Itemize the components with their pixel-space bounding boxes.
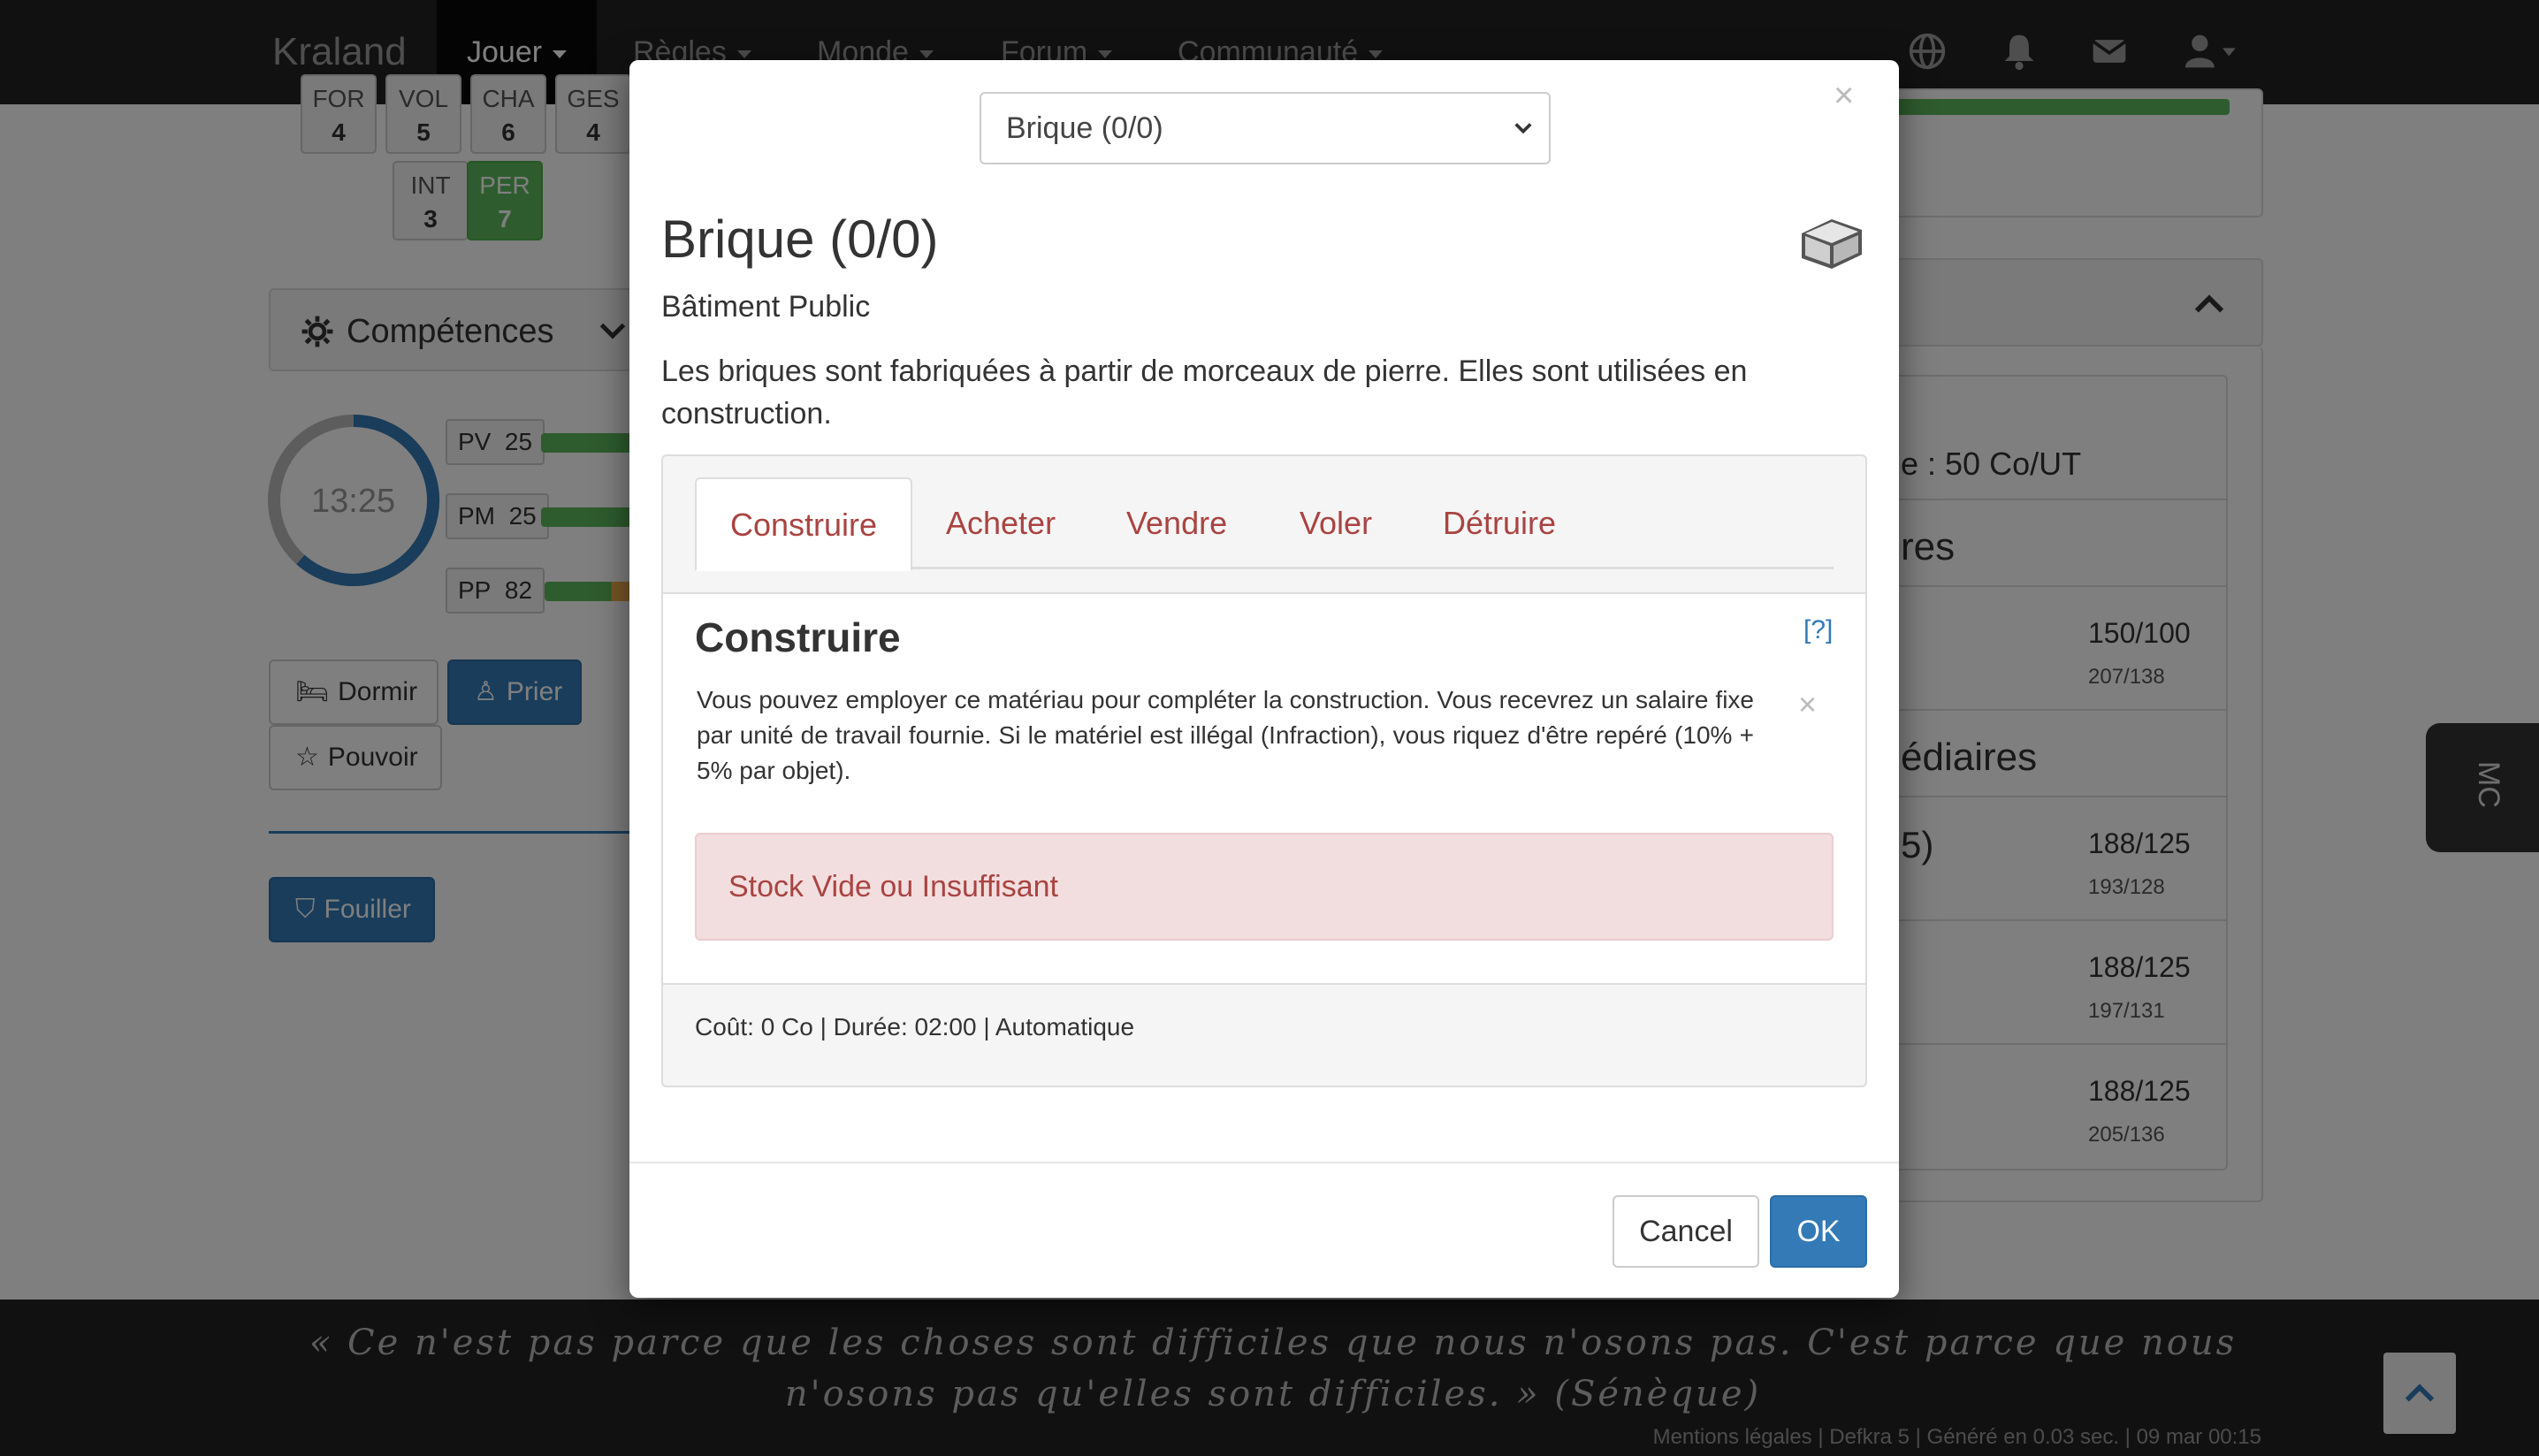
chevron-down-icon [1514,123,1532,134]
tab-label: Détruire [1443,505,1557,541]
tab-label: Voler [1300,505,1373,541]
item-title: Brique (0/0) [661,210,939,269]
item-select-value: Brique (0/0) [1006,111,1163,145]
tab-label: Acheter [946,505,1056,541]
info-text: Vous pouvez employer ce matériau pour co… [697,686,1754,784]
ok-button[interactable]: OK [1770,1195,1867,1268]
brick-icon [1802,219,1862,269]
tab-voler[interactable]: Voler [1266,477,1406,569]
info-close-icon[interactable]: × [1798,686,1817,723]
section-title: Construire [695,614,901,660]
tab-vendre[interactable]: Vendre [1093,477,1261,569]
stock-alert: Stock Vide ou Insuffisant [695,833,1834,941]
modal-close-icon[interactable]: × [1834,78,1854,113]
item-description: Les briques sont fabriquées à partir de … [661,354,1748,431]
tab-label: Vendre [1126,505,1228,541]
item-select[interactable]: Brique (0/0) [980,92,1551,164]
modal-footer-divider [629,1162,1899,1163]
item-subtitle: Bâtiment Public [661,290,871,324]
cancel-button[interactable]: Cancel [1613,1195,1759,1268]
tab-label: Construire [730,507,878,543]
cost-summary: Coût: 0 Co | Durée: 02:00 | Automatique [695,1013,1135,1041]
tab-acheter[interactable]: Acheter [912,477,1089,569]
tab-detruire[interactable]: Détruire [1409,477,1590,569]
help-link[interactable]: [?] [1803,615,1833,645]
tab-construire[interactable]: Construire [695,477,913,571]
